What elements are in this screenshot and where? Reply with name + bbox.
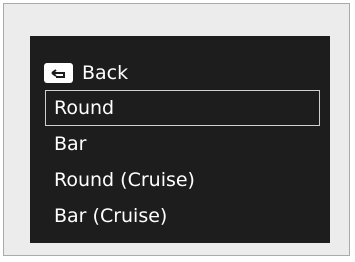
menu-item-bar-cruise[interactable]: Bar (Cruise) xyxy=(45,198,320,234)
menu-item-label: Bar (Cruise) xyxy=(54,205,168,227)
back-label: Back xyxy=(82,62,129,84)
menu-item-bar[interactable]: Bar xyxy=(45,126,320,162)
back-button[interactable]: Back xyxy=(44,58,128,88)
back-return-icon xyxy=(44,63,73,83)
display-frame: Back Round Bar Round (Cruise) Bar (Cruis… xyxy=(3,3,350,256)
menu-item-label: Round xyxy=(54,97,115,119)
menu-screen: Back Round Bar Round (Cruise) Bar (Cruis… xyxy=(30,36,330,243)
menu-item-label: Round (Cruise) xyxy=(54,169,195,191)
menu-item-round[interactable]: Round xyxy=(45,90,320,126)
menu-item-round-cruise[interactable]: Round (Cruise) xyxy=(45,162,320,198)
display-style-menu: Round Bar Round (Cruise) Bar (Cruise) xyxy=(45,90,320,234)
menu-item-label: Bar xyxy=(54,133,87,155)
